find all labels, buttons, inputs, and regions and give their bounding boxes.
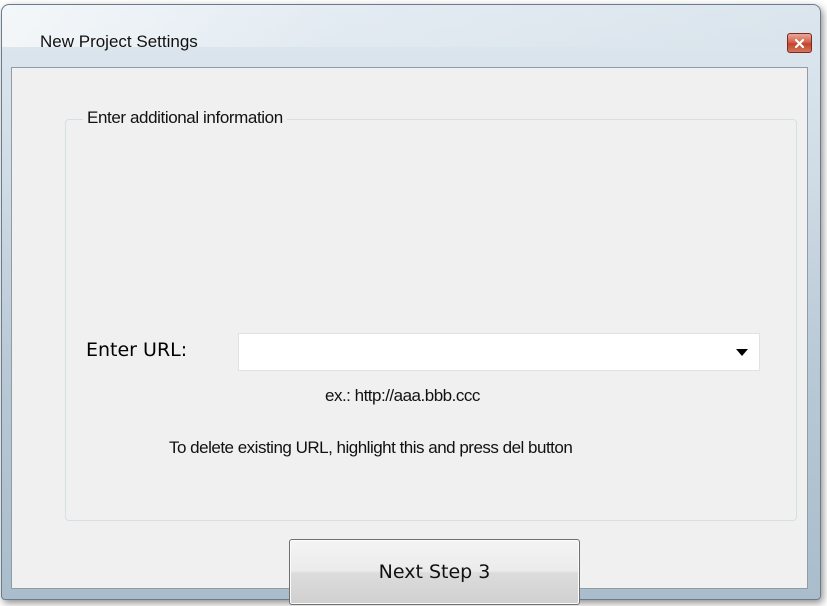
additional-info-groupbox xyxy=(65,119,797,521)
next-step-button[interactable]: Next Step 3 xyxy=(289,539,580,605)
url-example-hint: ex.: http://aaa.bbb.ccc xyxy=(325,386,480,405)
url-input[interactable] xyxy=(241,336,721,368)
close-icon xyxy=(794,38,805,48)
close-button[interactable] xyxy=(787,33,812,53)
chevron-down-icon xyxy=(736,348,748,356)
window-title: New Project Settings xyxy=(40,32,198,51)
url-combobox[interactable] xyxy=(238,333,760,371)
url-dropdown-button[interactable] xyxy=(727,336,757,368)
groupbox-title: Enter additional information xyxy=(83,108,287,128)
url-label: Enter URL: xyxy=(86,339,188,361)
dialog-client-area: Enter additional information Enter URL: … xyxy=(11,67,808,605)
delete-url-instruction: To delete existing URL, highlight this a… xyxy=(169,438,573,457)
dialog-window: New Project Settings Enter additional in… xyxy=(1,4,821,605)
